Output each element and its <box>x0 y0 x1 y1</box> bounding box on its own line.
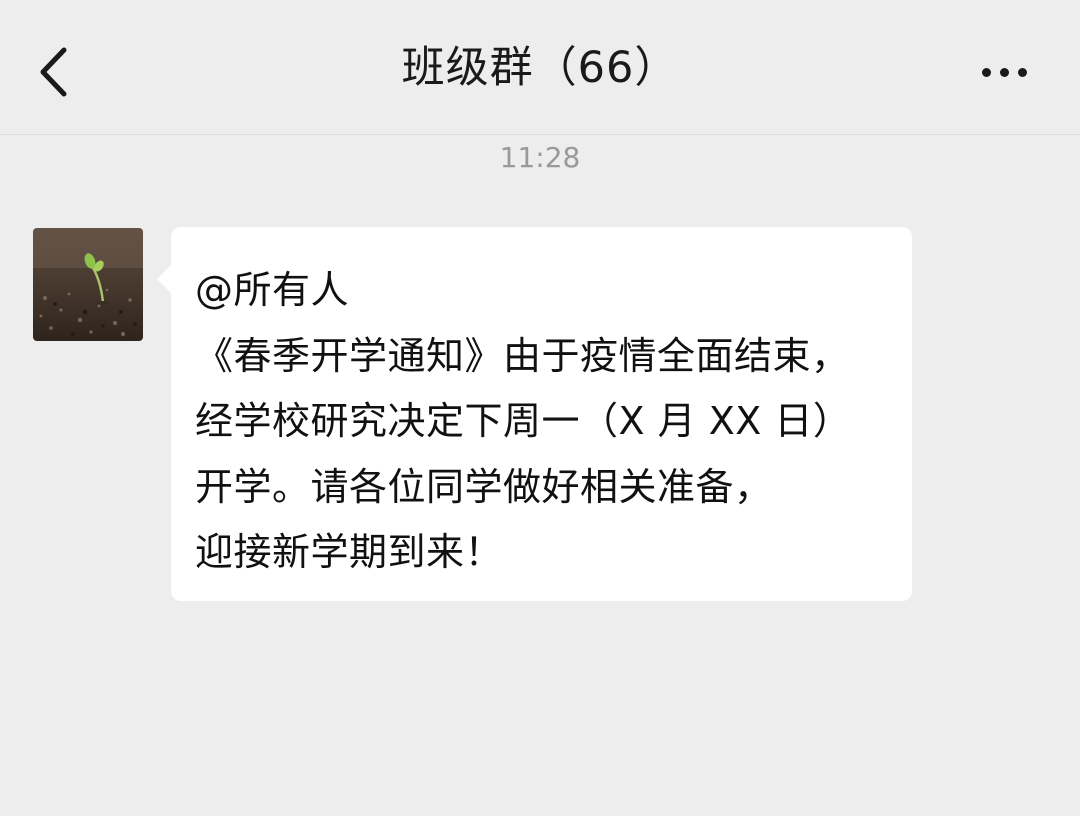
more-horizontal-icon <box>1000 68 1009 77</box>
more-horizontal-icon <box>1018 68 1027 77</box>
more-horizontal-icon <box>982 68 991 77</box>
sprout-avatar-icon <box>33 228 143 341</box>
message-line: 开学。请各位同学做好相关准备， <box>195 464 773 509</box>
more-options-button[interactable] <box>972 56 1036 88</box>
message-line: 迎接新学期到来！ <box>195 530 504 574</box>
message-line-mention: @所有人 <box>195 268 350 312</box>
chat-title: 班级群（66） <box>401 43 679 93</box>
message-timestamp: 11:28 <box>499 141 581 174</box>
message-line: 《春季开学通知》由于疫情全面结束， <box>195 333 850 378</box>
message-bubble[interactable]: @所有人 《春季开学通知》由于疫情全面结束， 经学校研究决定下周一（X 月 XX… <box>157 227 912 601</box>
message-text: @所有人 《春季开学通知》由于疫情全面结束， 经学校研究决定下周一（X 月 XX… <box>195 258 908 586</box>
sender-avatar[interactable] <box>33 228 143 341</box>
chat-header: 班级群（66） <box>0 0 1080 135</box>
message-line: 经学校研究决定下周一（X 月 XX 日） <box>195 399 852 443</box>
